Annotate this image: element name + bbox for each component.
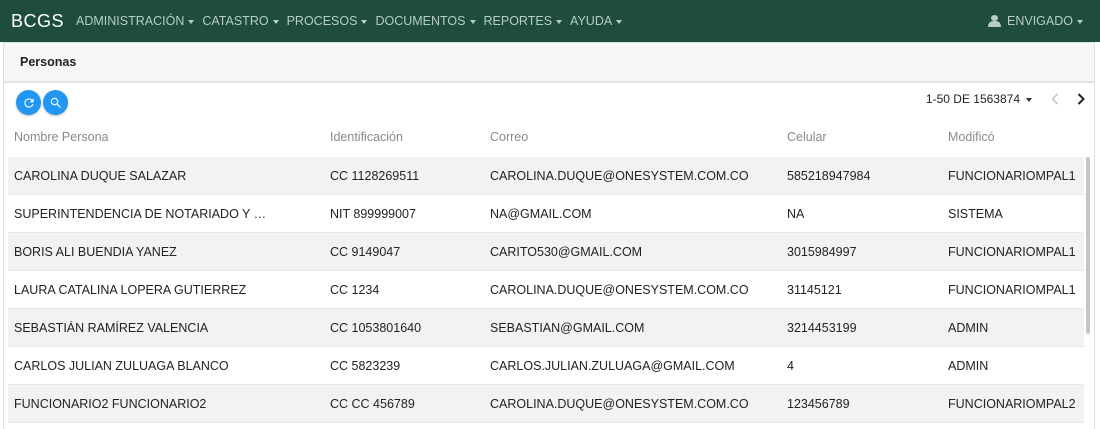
refresh-button[interactable] [16,90,41,115]
table-row[interactable]: LAURA CATALINA LOPERA GUTIERREZ CC 1234 … [8,271,1084,309]
caret-down-icon [469,19,476,24]
chevron-left-icon [1051,93,1059,105]
cell-celular: 585218947984 [787,168,871,183]
pager-range-label: 1-50 DE 1563874 [925,92,1020,106]
user-icon [988,15,1001,27]
cell-identificacion: CC CC 456789 [330,396,415,411]
menu-label: REPORTES [483,14,553,28]
cell-nombre: CAROLINA DUQUE SALAZAR [14,168,187,183]
cell-modifico: FUNCIONARIOMPAL1 [948,168,1076,183]
table-row[interactable]: SEBASTIÁN RAMÍREZ VALENCIA CC 1053801640… [8,309,1084,347]
search-button[interactable] [43,90,68,115]
menu-label: AYUDA [570,14,613,28]
cell-nombre: SUPERINTENDENCIA DE NOTARIADO Y … [14,206,267,221]
cell-modifico: FUNCIONARIOMPAL1 [948,244,1076,259]
cell-modifico: ADMIN [948,358,989,373]
personas-panel: Personas 1-50 DE 1563874 Nombre Persona … [3,42,1095,429]
cell-correo: CAROLINA.DUQUE@ONESYSTEM.COM.CO [490,168,749,183]
table-row[interactable]: FUNCIONARIO2 FUNCIONARIO2 CC CC 456789 C… [8,385,1084,423]
menu-label: CATASTRO [202,14,269,28]
chevron-right-icon [1077,93,1085,105]
caret-down-icon [361,19,368,24]
cell-nombre: SEBASTIÁN RAMÍREZ VALENCIA [14,320,209,335]
brand-logo[interactable]: BCGS [11,11,64,32]
cell-modifico: SISTEMA [948,206,1003,221]
menu-label: ADMINISTRACIÓN [76,14,185,28]
pagination: 1-50 DE 1563874 [926,89,1094,109]
table-scrollbar[interactable] [1086,157,1090,334]
header-nombre[interactable]: Nombre Persona [8,117,330,157]
personas-table: Nombre Persona Identificación Correo Cel… [8,117,1084,423]
caret-down-icon [1077,19,1083,24]
panel-header: Personas [4,43,1094,83]
search-icon [50,97,61,108]
menu-catastro[interactable]: CATASTRO [202,14,279,28]
page-size-dropdown[interactable]: 1-50 DE 1563874 [926,92,1032,106]
cell-identificacion: CC 1053801640 [330,320,422,335]
table-body: CAROLINA DUQUE SALAZAR CC 1128269511 CAR… [8,157,1084,423]
cell-correo: CARLOS.JULIAN.ZULUAGA@GMAIL.COM [490,358,735,373]
cell-celular: 3015984997 [787,244,857,259]
refresh-icon [23,97,34,108]
menu-ayuda[interactable]: AYUDA [570,14,623,28]
cell-identificacion: CC 1234 [330,282,380,297]
main-menu: ADMINISTRACIÓN CATASTRO PROCESOS DOCUMEN… [76,14,630,28]
table-header: Nombre Persona Identificación Correo Cel… [8,117,1084,157]
menu-administracion[interactable]: ADMINISTRACIÓN [76,14,195,28]
prev-page-button[interactable] [1042,89,1068,109]
next-page-button[interactable] [1068,89,1094,109]
panel-title: Personas [20,55,77,69]
caret-down-icon [1026,97,1032,102]
cell-correo: NA@GMAIL.COM [490,206,592,221]
cell-nombre: FUNCIONARIO2 FUNCIONARIO2 [14,396,207,411]
cell-celular: 3214453199 [787,320,857,335]
menu-label: DOCUMENTOS [375,14,466,28]
user-menu-label: ENVIGADO [1007,14,1073,28]
table-row[interactable]: CARLOS JULIAN ZULUAGA BLANCO CC 5823239 … [8,347,1084,385]
caret-down-icon [556,19,563,24]
cell-correo: CAROLINA.DUQUE@ONESYSTEM.COM.CO [490,282,749,297]
table-row[interactable]: BORIS ALI BUENDIA YANEZ CC 9149047 CARIT… [8,233,1084,271]
caret-down-icon [188,19,195,24]
cell-celular: 4 [787,358,794,373]
header-celular[interactable]: Celular [787,117,948,157]
cell-identificacion: CC 5823239 [330,358,401,373]
menu-procesos[interactable]: PROCESOS [287,14,368,28]
cell-modifico: FUNCIONARIOMPAL2 [948,396,1076,411]
table-row[interactable]: SUPERINTENDENCIA DE NOTARIADO Y … NIT 89… [8,195,1084,233]
cell-nombre: LAURA CATALINA LOPERA GUTIERREZ [14,282,247,297]
top-navbar: BCGS ADMINISTRACIÓN CATASTRO PROCESOS DO… [0,0,1100,42]
header-identificacion[interactable]: Identificación [330,117,490,157]
cell-correo: SEBASTIAN@GMAIL.COM [490,320,645,335]
menu-documentos[interactable]: DOCUMENTOS [375,14,476,28]
cell-celular: NA [787,206,805,221]
cell-nombre: BORIS ALI BUENDIA YANEZ [14,244,177,259]
table-row[interactable]: CAROLINA DUQUE SALAZAR CC 1128269511 CAR… [8,157,1084,195]
cell-correo: CAROLINA.DUQUE@ONESYSTEM.COM.CO [490,396,749,411]
header-correo[interactable]: Correo [490,117,787,157]
cell-identificacion: CC 9149047 [330,244,401,259]
user-menu[interactable]: ENVIGADO [988,0,1083,42]
cell-identificacion: NIT 899999007 [330,206,416,221]
cell-celular: 31145121 [787,282,842,297]
caret-down-icon [616,19,623,24]
cell-celular: 123456789 [787,396,850,411]
cell-nombre: CARLOS JULIAN ZULUAGA BLANCO [14,358,229,373]
caret-down-icon [272,19,279,24]
cell-modifico: FUNCIONARIOMPAL1 [948,282,1076,297]
table-toolbar [16,90,70,115]
menu-label: PROCESOS [286,14,358,28]
menu-reportes[interactable]: REPORTES [484,14,563,28]
cell-modifico: ADMIN [948,320,989,335]
cell-identificacion: CC 1128269511 [330,168,420,183]
cell-correo: CARITO530@GMAIL.COM [490,244,643,259]
header-modifico[interactable]: Modificó [948,117,1084,157]
